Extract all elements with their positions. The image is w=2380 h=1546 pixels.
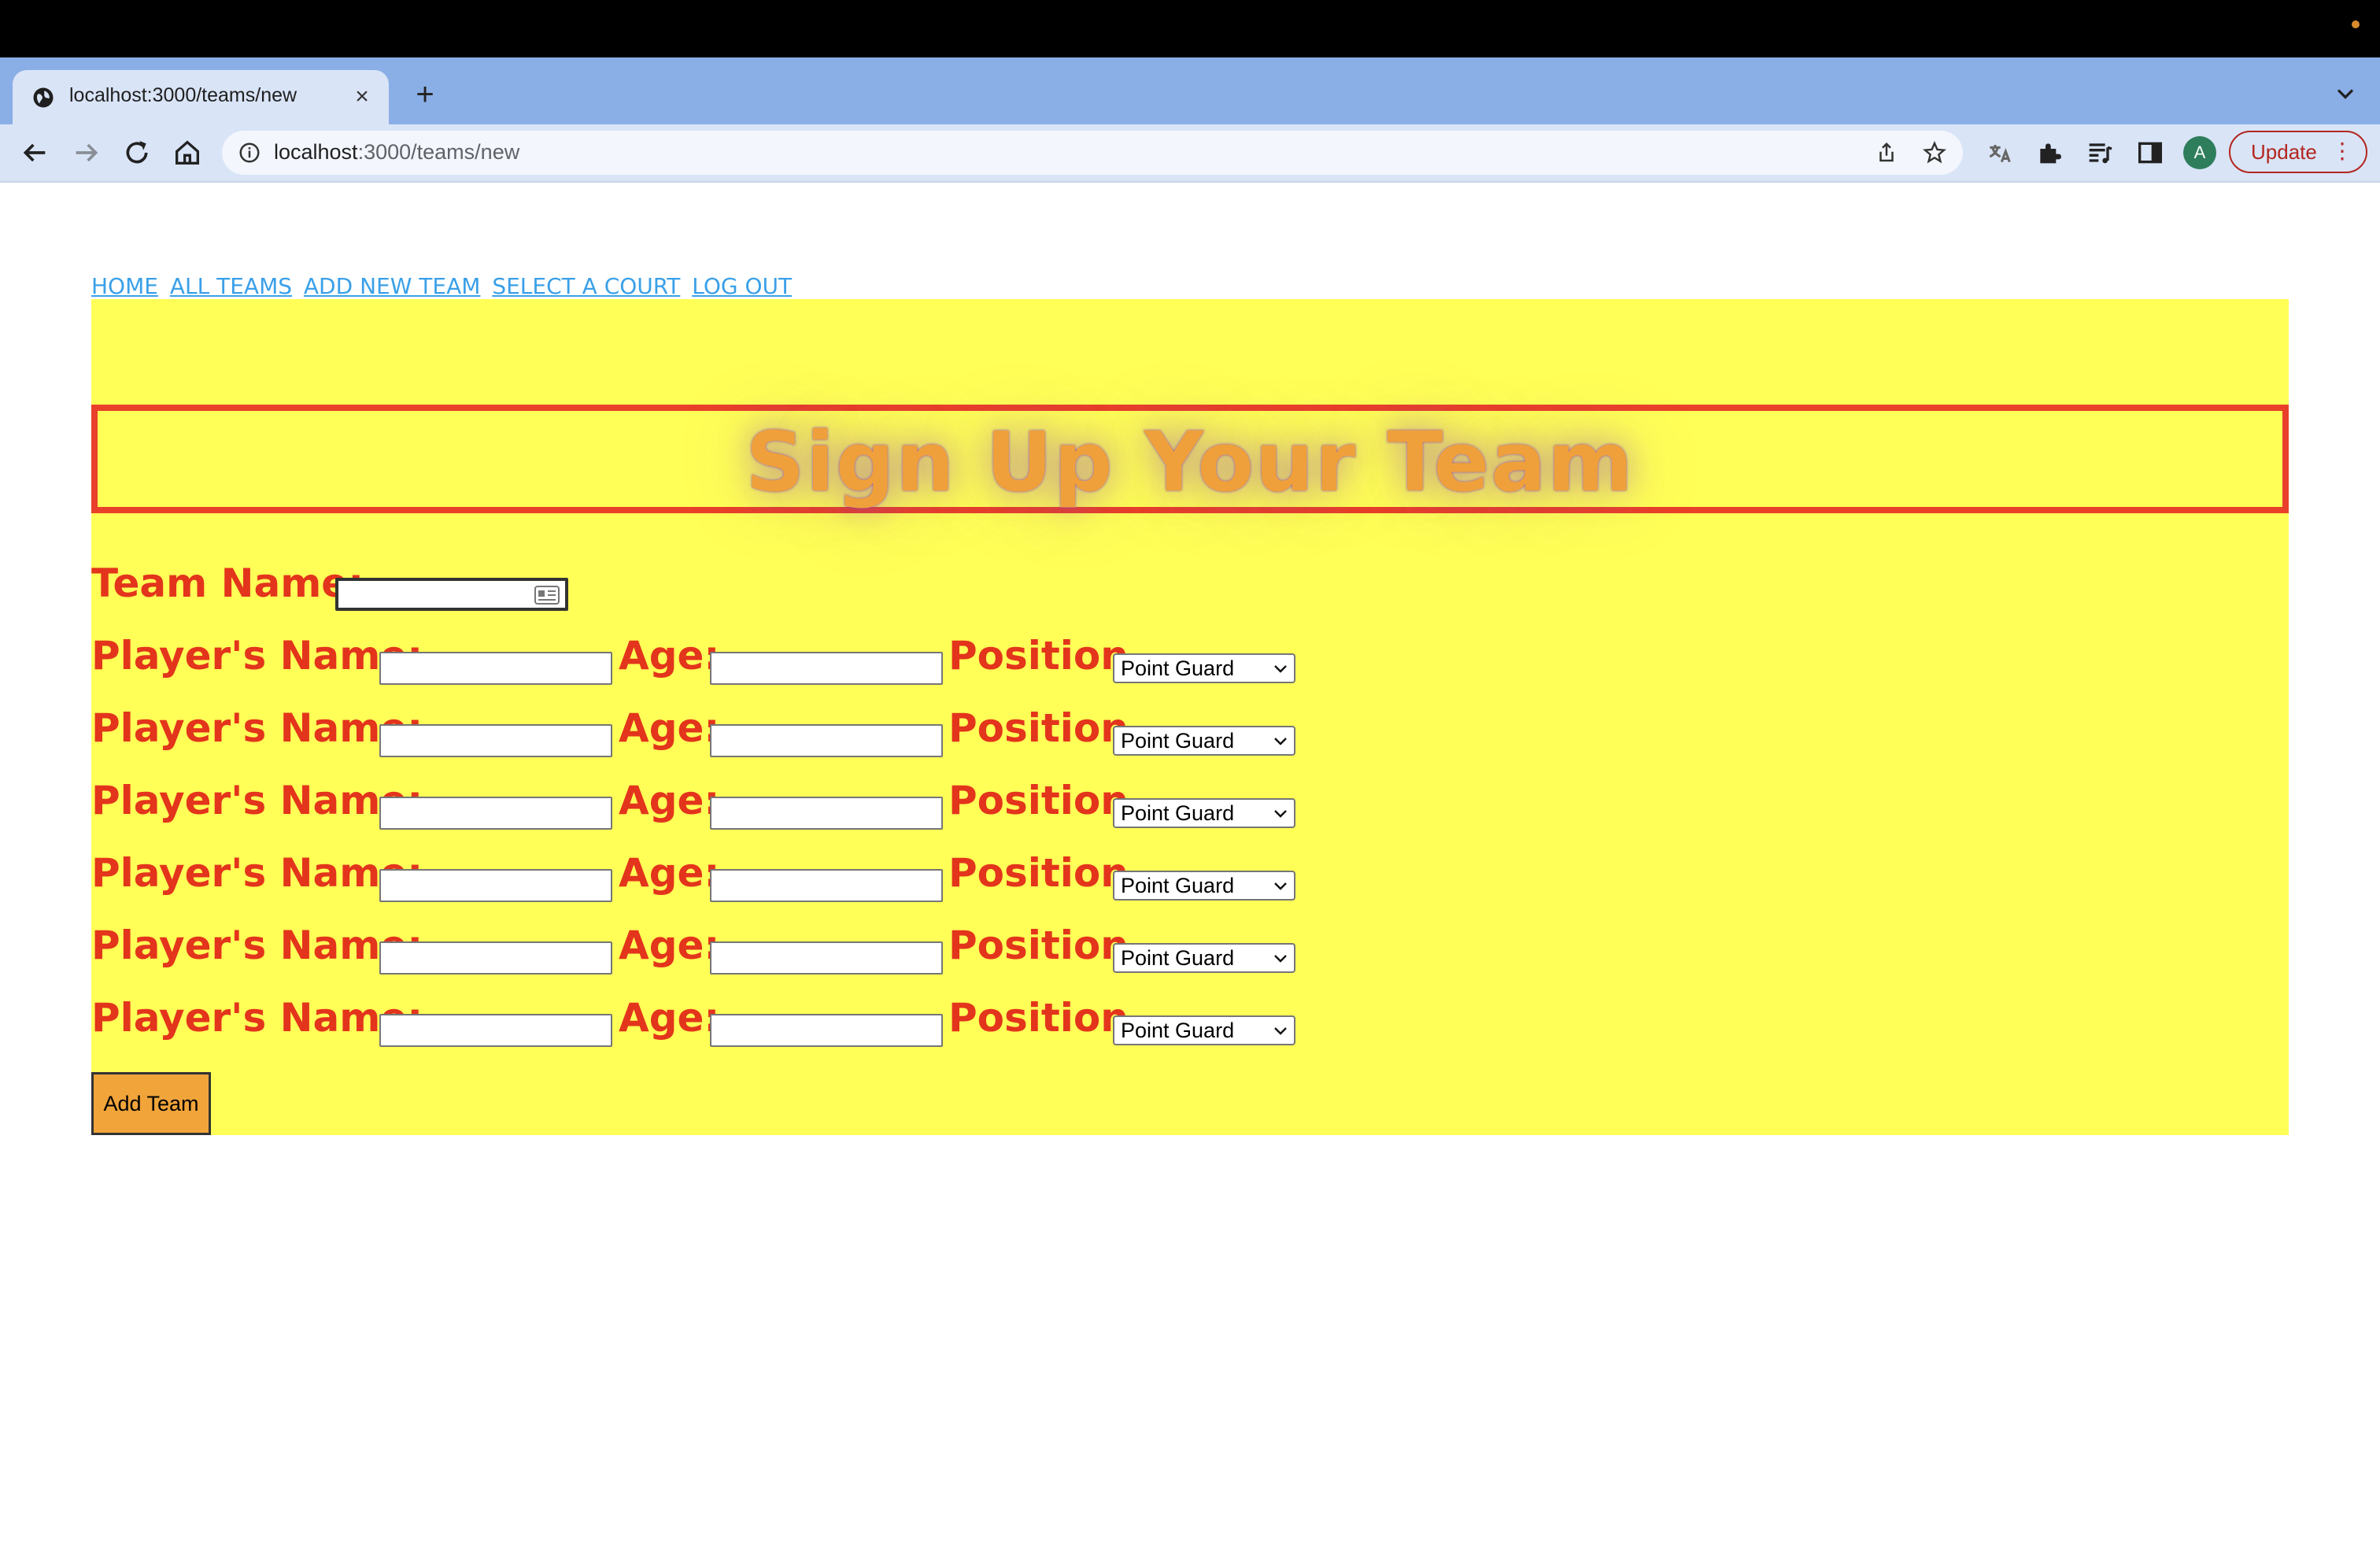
position-selected-value: Point Guard bbox=[1121, 946, 1235, 970]
age-label: Age: bbox=[619, 850, 720, 896]
reload-icon[interactable] bbox=[121, 137, 153, 168]
age-input[interactable] bbox=[710, 724, 943, 757]
player-name-label: Player's Name: bbox=[91, 850, 423, 896]
player-name-input[interactable] bbox=[379, 941, 612, 975]
tab-title: localhost:3000/teams/new bbox=[69, 84, 298, 106]
player-name-input[interactable] bbox=[379, 652, 612, 685]
age-label: Age: bbox=[619, 705, 720, 751]
new-tab-icon[interactable]: + bbox=[406, 76, 444, 114]
headline-box: Sign Up Your Team bbox=[91, 405, 2289, 513]
team-name-label: Team Name: bbox=[91, 560, 364, 606]
player-name-input[interactable] bbox=[379, 869, 612, 902]
site-nav: HOME ALL TEAMS ADD NEW TEAM SELECT A COU… bbox=[91, 273, 796, 299]
position-selected-value: Point Guard bbox=[1121, 874, 1235, 897]
position-label: Position bbox=[948, 633, 1129, 679]
translate-icon[interactable] bbox=[1983, 137, 2015, 168]
autofill-contact-card-icon[interactable] bbox=[534, 584, 560, 606]
camera-indicator-icon bbox=[2352, 20, 2360, 28]
chevron-down-icon bbox=[1274, 665, 1287, 673]
position-label: Position bbox=[948, 778, 1129, 823]
url-text: localhost:3000/teams/new bbox=[274, 140, 520, 164]
browser-tab-strip: localhost:3000/teams/new × + bbox=[0, 57, 2380, 124]
team-name-input[interactable] bbox=[335, 578, 568, 611]
side-panel-icon[interactable] bbox=[2134, 137, 2166, 168]
page-title: Sign Up Your Team bbox=[745, 414, 1635, 510]
player-name-input[interactable] bbox=[379, 724, 612, 757]
media-queue-icon[interactable] bbox=[2084, 137, 2116, 168]
os-menu-bar bbox=[0, 0, 2380, 57]
chevron-down-icon bbox=[1274, 882, 1287, 890]
chevron-down-icon bbox=[1274, 1027, 1287, 1035]
position-label: Position bbox=[948, 923, 1129, 968]
update-label: Update bbox=[2251, 140, 2317, 164]
nav-link-all-teams[interactable]: ALL TEAMS bbox=[170, 273, 292, 299]
position-select[interactable]: Point Guard bbox=[1113, 726, 1295, 756]
age-label: Age: bbox=[619, 633, 720, 679]
position-selected-value: Point Guard bbox=[1121, 729, 1235, 753]
position-selected-value: Point Guard bbox=[1121, 656, 1235, 680]
position-select[interactable]: Point Guard bbox=[1113, 653, 1295, 683]
nav-link-log-out[interactable]: LOG OUT bbox=[692, 273, 792, 299]
position-select[interactable]: Point Guard bbox=[1113, 798, 1295, 828]
age-input[interactable] bbox=[710, 869, 943, 902]
player-name-label: Player's Name: bbox=[91, 705, 423, 751]
close-tab-icon[interactable]: × bbox=[346, 81, 378, 113]
update-button[interactable]: Update ⋮ bbox=[2229, 131, 2367, 173]
share-icon[interactable] bbox=[1875, 141, 1898, 165]
age-input[interactable] bbox=[710, 797, 943, 830]
age-input[interactable] bbox=[710, 1014, 943, 1047]
position-label: Position bbox=[948, 850, 1129, 896]
browser-toolbar: localhost:3000/teams/new A Update ⋮ bbox=[0, 124, 2380, 183]
age-label: Age: bbox=[619, 778, 720, 823]
nav-link-add-new-team[interactable]: ADD NEW TEAM bbox=[304, 273, 481, 299]
chevron-down-icon bbox=[1274, 955, 1287, 963]
team-form-panel: Sign Up Your Team Team Name: Player's Na… bbox=[91, 299, 2289, 1135]
nav-link-select-a-court[interactable]: SELECT A COURT bbox=[492, 273, 680, 299]
player-name-label: Player's Name: bbox=[91, 995, 423, 1041]
position-selected-value: Point Guard bbox=[1121, 801, 1235, 825]
age-input[interactable] bbox=[710, 652, 943, 685]
position-label: Position bbox=[948, 705, 1129, 751]
kebab-menu-icon[interactable]: ⋮ bbox=[2331, 132, 2353, 170]
player-name-label: Player's Name: bbox=[91, 923, 423, 968]
player-name-label: Player's Name: bbox=[91, 778, 423, 823]
nav-link-home[interactable]: HOME bbox=[91, 273, 158, 299]
bookmark-star-icon[interactable] bbox=[1922, 140, 1947, 165]
age-label: Age: bbox=[619, 995, 720, 1041]
forward-arrow-icon[interactable] bbox=[71, 137, 102, 168]
home-icon[interactable] bbox=[172, 137, 203, 168]
extensions-puzzle-icon[interactable] bbox=[2034, 137, 2065, 168]
browser-tab[interactable]: localhost:3000/teams/new × bbox=[13, 70, 389, 124]
player-name-input[interactable] bbox=[379, 797, 612, 830]
position-selected-value: Point Guard bbox=[1121, 1019, 1235, 1042]
age-input[interactable] bbox=[710, 941, 943, 975]
player-name-label: Player's Name: bbox=[91, 633, 423, 679]
site-info-icon[interactable] bbox=[238, 141, 261, 165]
globe-icon bbox=[33, 87, 54, 108]
age-label: Age: bbox=[619, 923, 720, 968]
chevron-down-icon bbox=[1274, 738, 1287, 745]
player-name-input[interactable] bbox=[379, 1014, 612, 1047]
position-select[interactable]: Point Guard bbox=[1113, 943, 1295, 973]
position-label: Position bbox=[948, 995, 1129, 1041]
back-arrow-icon[interactable] bbox=[19, 137, 50, 168]
add-team-button[interactable]: Add Team bbox=[91, 1072, 211, 1135]
position-select[interactable]: Point Guard bbox=[1113, 1015, 1295, 1045]
tab-search-chevron-icon[interactable] bbox=[2331, 80, 2360, 108]
position-select[interactable]: Point Guard bbox=[1113, 871, 1295, 901]
profile-avatar[interactable]: A bbox=[2183, 136, 2216, 169]
address-bar[interactable]: localhost:3000/teams/new bbox=[222, 131, 1963, 175]
chevron-down-icon bbox=[1274, 810, 1287, 818]
